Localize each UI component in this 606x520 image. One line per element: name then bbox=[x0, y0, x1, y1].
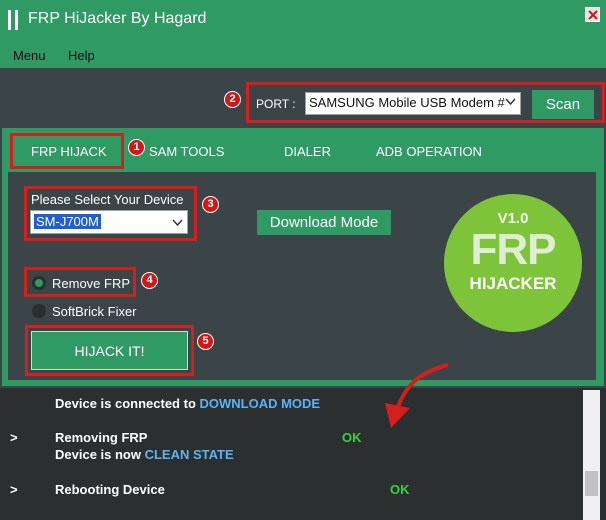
annotation-arrow bbox=[385, 363, 449, 428]
